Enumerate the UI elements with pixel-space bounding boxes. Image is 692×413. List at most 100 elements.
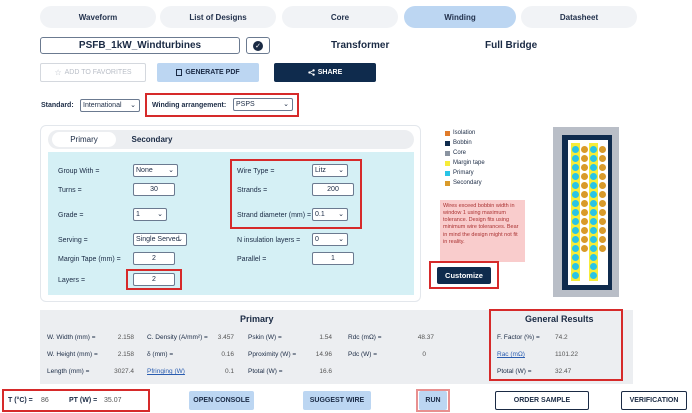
chevron-down-icon: ⌄ bbox=[177, 235, 183, 243]
layers-input[interactable]: 2 bbox=[133, 273, 175, 286]
pskin-value: 1.54 bbox=[319, 334, 332, 341]
serving-label: Serving = bbox=[58, 237, 88, 244]
star-icon: ☆ bbox=[54, 68, 62, 77]
add-to-favorites-button[interactable]: ☆ ADD TO FAVORITES bbox=[40, 63, 146, 82]
delta-value: 0.16 bbox=[221, 351, 234, 358]
chevron-down-icon: ⌄ bbox=[283, 100, 289, 108]
pfringing-value: 0.1 bbox=[224, 368, 234, 375]
general-ptotal-label: Ptotal (W) = bbox=[497, 368, 532, 375]
turn-dot bbox=[590, 236, 597, 243]
share-label: SHARE bbox=[317, 69, 343, 76]
turn-dot bbox=[599, 218, 606, 225]
turns-input[interactable]: 30 bbox=[133, 183, 175, 196]
wire-type-select[interactable]: Litz ⌄ bbox=[312, 164, 348, 177]
tab-secondary[interactable]: Secondary bbox=[122, 132, 182, 147]
rdc-value: 48.37 bbox=[417, 334, 434, 341]
share-button[interactable]: SHARE bbox=[274, 63, 376, 82]
turn-dot bbox=[590, 254, 597, 261]
turn-dot bbox=[581, 209, 588, 216]
f-factor-value: 74.2 bbox=[555, 334, 568, 341]
turn-dot bbox=[581, 191, 588, 198]
turn-dot bbox=[590, 191, 597, 198]
pfringing-link[interactable]: Pfringing (W) bbox=[147, 368, 185, 375]
general-ptotal-value: 32.47 bbox=[555, 368, 572, 375]
total-power-value: 35.07 bbox=[104, 397, 122, 404]
turn-dot bbox=[590, 227, 597, 234]
n-insulation-layers-select[interactable]: 0 ⌄ bbox=[312, 233, 348, 246]
temperature-value: 86 bbox=[41, 397, 49, 404]
pproximity-value: 14.96 bbox=[315, 351, 332, 358]
turn-dot bbox=[581, 155, 588, 162]
length-label: Length (mm) = bbox=[47, 368, 90, 375]
turn-dot bbox=[590, 245, 597, 252]
legend-margin-tape: Margin tape bbox=[445, 160, 485, 166]
turn-dot bbox=[572, 164, 579, 171]
turn-dot bbox=[581, 200, 588, 207]
design-name-field[interactable]: PSFB_1kW_Windturbines bbox=[40, 37, 240, 54]
pproximity-label: Pproximity (W) = bbox=[248, 351, 297, 358]
document-icon bbox=[176, 69, 183, 76]
legend-primary: Primary bbox=[445, 170, 474, 176]
tab-winding[interactable]: Winding bbox=[404, 6, 516, 28]
pdc-label: Pdc (W) = bbox=[348, 351, 378, 358]
winding-arrangement-select[interactable]: PSPS ⌄ bbox=[233, 98, 293, 111]
serving-select[interactable]: Single Served ⌄ bbox=[133, 233, 187, 246]
turn-dot bbox=[590, 209, 597, 216]
generate-pdf-button[interactable]: GENERATE PDF bbox=[157, 63, 259, 82]
secondary-swatch bbox=[445, 180, 450, 186]
layers-label: Layers = bbox=[58, 277, 86, 284]
chevron-down-icon: ⌄ bbox=[338, 210, 344, 218]
turn-dot bbox=[599, 164, 606, 171]
turn-dot bbox=[581, 218, 588, 225]
w-height-label: W. Height (mm) = bbox=[47, 351, 98, 358]
legend-bobbin: Bobbin bbox=[445, 140, 472, 146]
order-sample-button[interactable]: ORDER SAMPLE bbox=[495, 391, 589, 410]
turn-dot bbox=[599, 236, 606, 243]
turn-dot bbox=[581, 146, 588, 153]
turn-dot bbox=[599, 146, 606, 153]
grade-select[interactable]: 1 ⌄ bbox=[133, 208, 167, 221]
margin-tape-label: Margin Tape (mm) = bbox=[58, 256, 121, 263]
topology-label: Full Bridge bbox=[485, 40, 538, 51]
legend-secondary: Secondary bbox=[445, 180, 482, 186]
turn-dot bbox=[599, 155, 606, 162]
turn-dot bbox=[599, 227, 606, 234]
grade-label: Grade = bbox=[58, 212, 84, 219]
add-to-favorites-label: ADD TO FAVORITES bbox=[64, 69, 132, 76]
run-button[interactable]: RUN bbox=[419, 391, 447, 410]
parallel-input[interactable]: 1 bbox=[312, 252, 354, 265]
tab-datasheet[interactable]: Datasheet bbox=[521, 6, 637, 28]
turn-dot bbox=[581, 236, 588, 243]
legend-core: Core bbox=[445, 150, 466, 156]
turn-dot bbox=[572, 155, 579, 162]
confirm-name-button[interactable]: ✓ bbox=[246, 37, 270, 54]
turn-dot bbox=[590, 218, 597, 225]
total-power-label: PT (W) = bbox=[69, 397, 98, 404]
turn-dot bbox=[599, 182, 606, 189]
strand-diameter-select[interactable]: 0.1 ⌄ bbox=[312, 208, 348, 221]
tab-list-of-designs[interactable]: List of Designs bbox=[160, 6, 276, 28]
open-console-button[interactable]: OPEN CONSOLE bbox=[189, 391, 254, 410]
generate-pdf-label: GENERATE PDF bbox=[185, 69, 240, 76]
group-with-label: Group With = bbox=[58, 168, 100, 175]
customize-button[interactable]: Customize bbox=[437, 267, 491, 284]
margin-tape-input[interactable]: 2 bbox=[133, 252, 175, 265]
strands-input[interactable]: 200 bbox=[312, 183, 354, 196]
group-with-select[interactable]: None ⌄ bbox=[133, 164, 178, 177]
turn-dot bbox=[572, 182, 579, 189]
rac-link[interactable]: Rac (mΩ) bbox=[497, 351, 525, 358]
turn-dot bbox=[599, 209, 606, 216]
turn-dot bbox=[590, 173, 597, 180]
delta-label: δ (mm) = bbox=[147, 351, 174, 358]
standard-select[interactable]: International ⌄ bbox=[80, 99, 140, 112]
turn-dot bbox=[590, 182, 597, 189]
suggest-wire-button[interactable]: SUGGEST WIRE bbox=[303, 391, 371, 410]
tab-primary[interactable]: Primary bbox=[52, 132, 116, 147]
chevron-down-icon: ⌄ bbox=[338, 235, 344, 243]
tab-waveform[interactable]: Waveform bbox=[40, 6, 156, 28]
tab-core[interactable]: Core bbox=[282, 6, 398, 28]
verification-button[interactable]: VERIFICATION bbox=[621, 391, 687, 410]
rac-value: 1101.22 bbox=[555, 351, 579, 358]
n-insulation-layers-label: N insulation layers = bbox=[237, 237, 301, 244]
ptotal-value: 16.6 bbox=[319, 368, 332, 375]
